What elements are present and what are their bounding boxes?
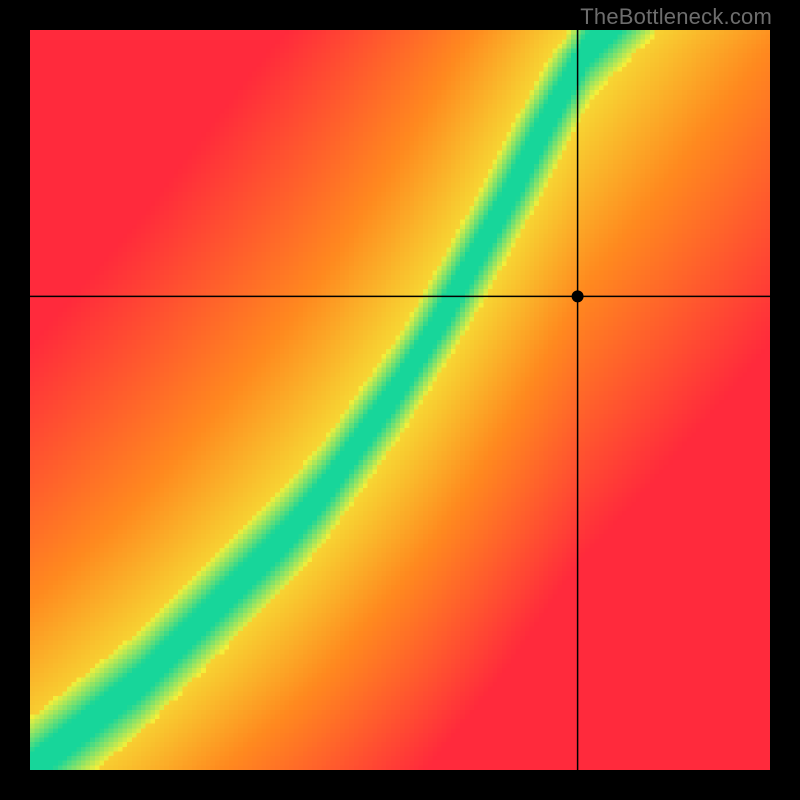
chart-frame: TheBottleneck.com bbox=[0, 0, 800, 800]
plot-area bbox=[30, 30, 770, 770]
heatmap-canvas bbox=[30, 30, 770, 770]
watermark-text: TheBottleneck.com bbox=[580, 4, 772, 30]
